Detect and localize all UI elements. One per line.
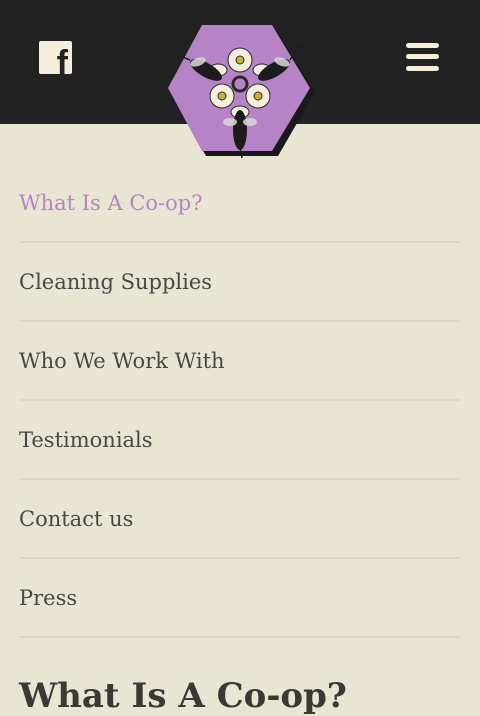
facebook-icon[interactable]: f [39, 41, 72, 74]
hexagon-bee-logo[interactable] [160, 20, 320, 165]
nav-item-what-is-a-co-op[interactable]: What Is A Co-op? [19, 164, 460, 243]
nav-item-press[interactable]: Press [19, 559, 460, 638]
nav-item-testimonials[interactable]: Testimonials [19, 401, 460, 480]
main-nav: What Is A Co-op? Cleaning Supplies Who W… [19, 164, 460, 638]
page-title: What Is A Co-op? [19, 676, 347, 716]
hamburger-menu-icon[interactable] [406, 43, 439, 71]
nav-item-contact-us[interactable]: Contact us [19, 480, 460, 559]
nav-item-who-we-work-with[interactable]: Who We Work With [19, 322, 460, 401]
nav-item-cleaning-supplies[interactable]: Cleaning Supplies [19, 243, 460, 322]
